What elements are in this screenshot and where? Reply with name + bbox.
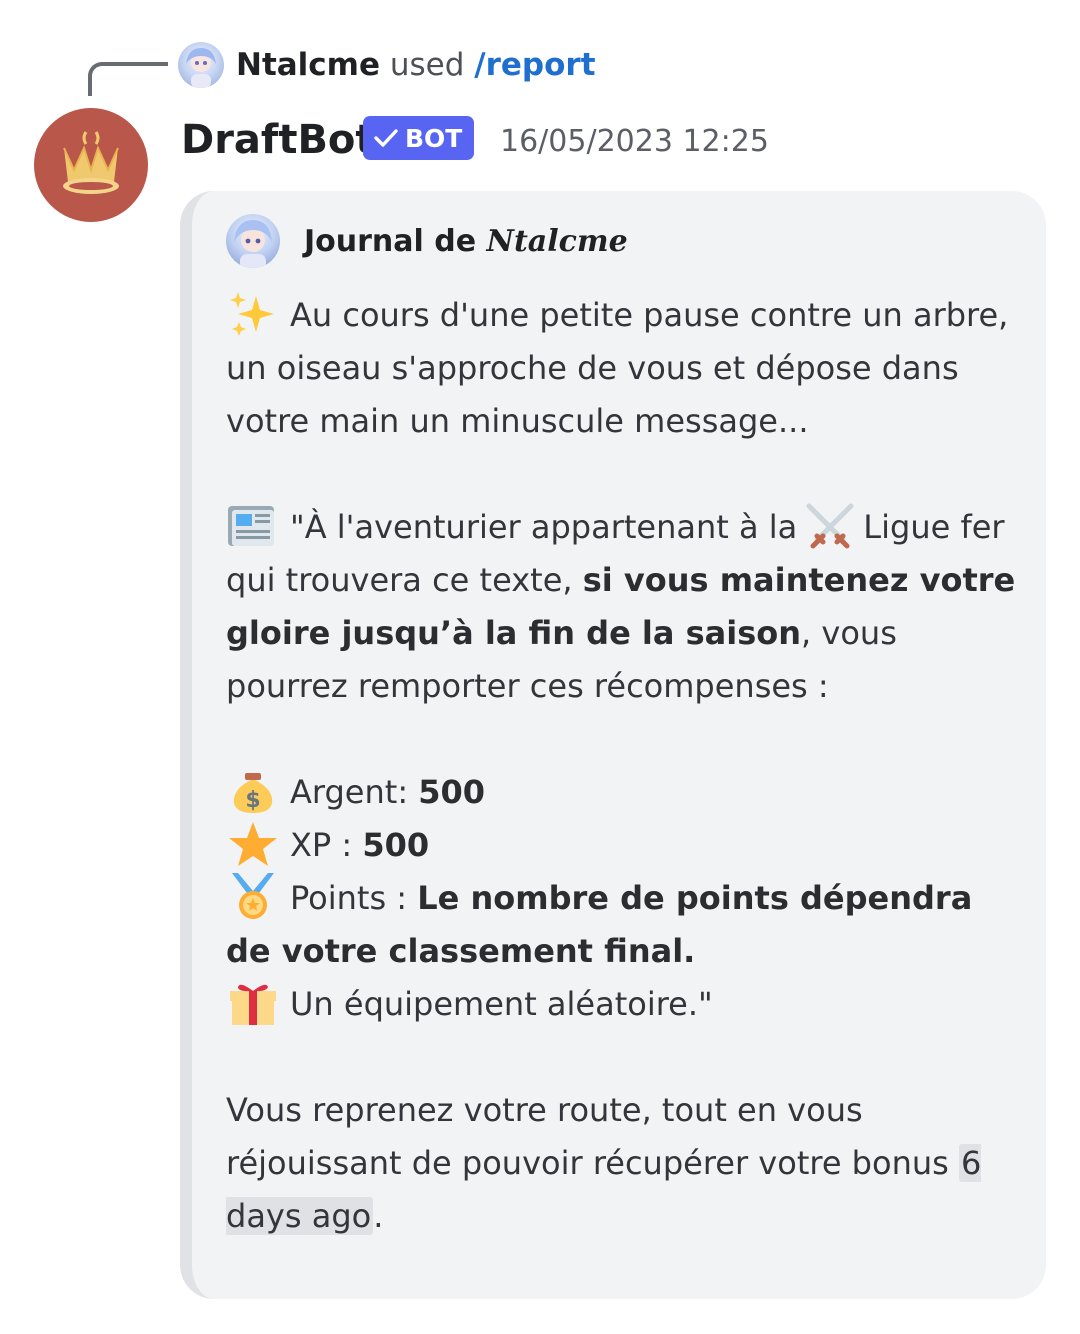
intro-paragraph: Au cours d'une petite pause contre un ar… (226, 289, 1026, 448)
embed-author-icon (226, 214, 280, 268)
reward-xp: XP : 500 (226, 819, 1026, 872)
slash-command-link[interactable]: /report (474, 47, 595, 83)
embed-author-name: Ntalcme (486, 223, 628, 259)
star-icon (226, 820, 280, 868)
crown-icon (63, 131, 119, 194)
reward-points: Points : Le nombre de points dépendra de… (226, 872, 1026, 978)
bot-badge: BOT (363, 116, 475, 160)
reply-context: Ntalcme used /report (236, 42, 596, 88)
embed-description: Au cours d'une petite pause contre un ar… (226, 289, 1026, 1243)
checkmark-icon (374, 129, 398, 147)
newspaper-icon (226, 502, 280, 550)
embed-author-prefix: Journal de (304, 223, 477, 259)
message-timestamp[interactable]: 16/05/2023 12:25 (500, 118, 769, 166)
sparkles-icon (226, 290, 280, 338)
reward-money: $ Argent: 500 (226, 766, 1026, 819)
report-embed: Journal de Ntalcme Au cours d'une petite… (180, 191, 1046, 1299)
reply-connector (88, 62, 168, 96)
medal-icon (226, 873, 280, 921)
bot-badge-label: BOT (405, 123, 463, 153)
letter-paragraph: "À l'aventurier appartenant à la Ligue f… (226, 501, 1026, 713)
embed-author: Journal de Ntalcme (226, 213, 628, 269)
outro-paragraph: Vous reprenez votre route, tout en vous … (226, 1091, 982, 1235)
bot-avatar[interactable] (34, 108, 148, 222)
money-bag-icon: $ (226, 767, 280, 815)
message-author[interactable]: DraftBot (181, 112, 375, 168)
reply-used-label: used (389, 47, 465, 83)
gift-icon (226, 979, 280, 1027)
reply-user-avatar[interactable] (178, 42, 224, 88)
reply-username[interactable]: Ntalcme (236, 47, 380, 83)
reward-equipment: Un équipement aléatoire." (226, 978, 1026, 1031)
svg-text:$: $ (245, 788, 260, 813)
crossed-swords-icon (803, 502, 857, 550)
